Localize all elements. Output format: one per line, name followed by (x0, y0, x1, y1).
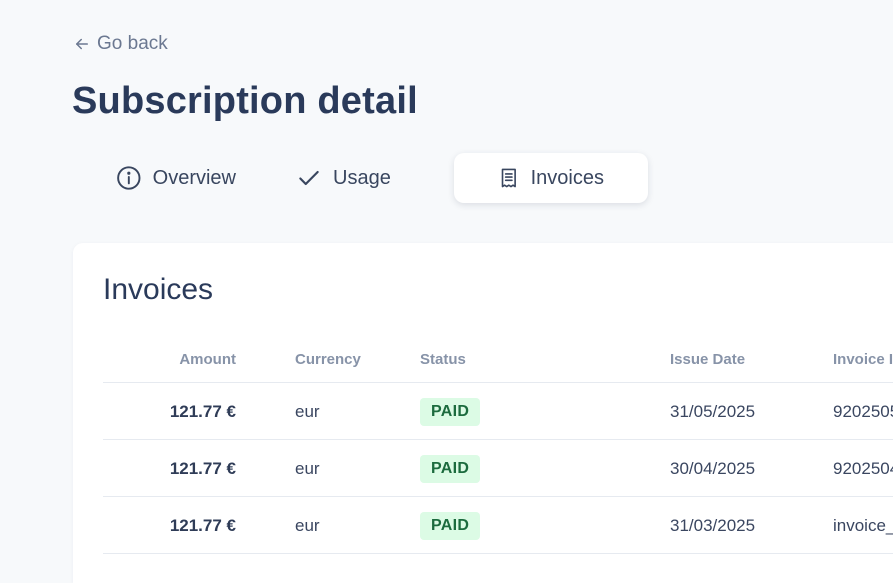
tab-overview-label: Overview (152, 166, 236, 189)
invoices-card: Invoices Amount Currency Status Issue Da… (73, 243, 893, 583)
table-row[interactable]: 121.77 € eur PAID 31/03/2025 invoice_ (103, 497, 893, 554)
tab-bar: Overview Usage Invoices (86, 153, 648, 203)
cell-currency: eur (295, 516, 320, 535)
table-row[interactable]: 121.77 € eur PAID 30/04/2025 9202504 (103, 440, 893, 497)
tab-usage-label: Usage (333, 166, 391, 189)
column-header-amount: Amount (179, 351, 236, 368)
status-badge: PAID (420, 398, 481, 426)
check-icon (299, 170, 319, 186)
cell-amount: 121.77 € (169, 516, 236, 535)
cell-currency: eur (295, 459, 320, 478)
column-header-issue-date: Issue Date (670, 351, 746, 368)
column-header-invoice-id: Invoice I (833, 351, 893, 368)
tab-invoices[interactable]: Invoices (454, 153, 648, 203)
info-icon (117, 166, 141, 190)
page-title: Subscription detail (72, 80, 418, 122)
status-badge: PAID (420, 512, 481, 540)
status-badge: PAID (420, 455, 481, 483)
arrow-left-icon (76, 38, 88, 50)
invoices-table: Amount Currency Status Issue Date Invoic… (103, 333, 893, 554)
tab-usage[interactable]: Usage (266, 153, 454, 203)
column-header-currency: Currency (295, 351, 361, 368)
cell-amount: 121.77 € (169, 459, 236, 478)
cell-issue-date: 31/05/2025 (670, 402, 756, 421)
invoices-title: Invoices (103, 273, 214, 306)
table-header: Amount Currency Status Issue Date Invoic… (103, 333, 893, 383)
table-row[interactable]: 121.77 € eur PAID 31/05/2025 9202505 (103, 383, 893, 440)
cell-invoice-id[interactable]: 9202505 (833, 402, 893, 422)
receipt-icon (501, 168, 516, 188)
column-header-status: Status (420, 351, 466, 368)
go-back-label: Go back (97, 33, 168, 54)
cell-issue-date: 30/04/2025 (670, 459, 756, 478)
tab-overview[interactable]: Overview (86, 153, 266, 203)
cell-amount: 121.77 € (169, 402, 236, 421)
cell-currency: eur (295, 402, 320, 421)
cell-issue-date: 31/03/2025 (670, 516, 756, 535)
cell-invoice-id[interactable]: invoice_ (833, 516, 893, 536)
cell-invoice-id[interactable]: 9202504 (833, 459, 893, 479)
tab-invoices-label: Invoices (530, 166, 604, 189)
go-back-link[interactable]: Go back (73, 33, 168, 55)
